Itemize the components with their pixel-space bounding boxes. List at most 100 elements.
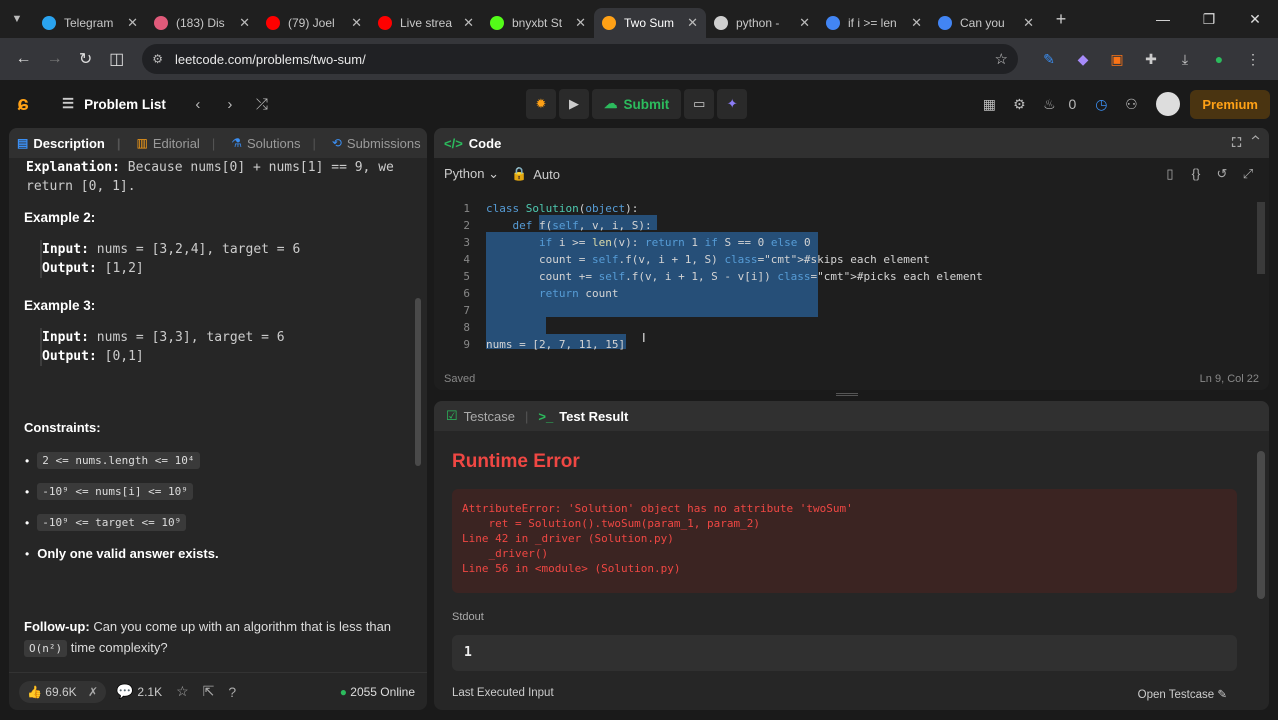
line-number: 7 (463, 304, 470, 317)
editor-scrollbar[interactable] (1257, 202, 1265, 352)
mode-label[interactable]: Auto (533, 167, 560, 182)
close-tab-icon[interactable]: ✕ (239, 15, 250, 31)
tab-description[interactable]: ▤ Description | (17, 136, 121, 151)
code-editor[interactable]: 1 class Solution(object): 2 def f(self, v,… (434, 194, 1269, 364)
submit-button[interactable]: ☁ Submit (592, 89, 682, 119)
profile-icon[interactable]: ● (1202, 51, 1236, 67)
back-icon[interactable]: ← (8, 50, 39, 68)
scrollbar-thumb[interactable] (1257, 451, 1265, 599)
close-tab-icon[interactable]: ✕ (127, 15, 138, 31)
run-button[interactable]: ▶ (559, 89, 589, 119)
close-tab-icon[interactable]: ✕ (911, 15, 922, 31)
language-select[interactable]: Python ⌄ (444, 166, 499, 182)
scrollbar-thumb[interactable] (415, 298, 421, 466)
browser-tab[interactable]: if i >= len ✕ (818, 8, 930, 38)
example2-input-label: Input: (42, 242, 89, 257)
editor-status-bar: Saved Ln 9, Col 22 (434, 368, 1269, 390)
random-problem-icon[interactable]: ⤮ (246, 96, 278, 113)
extension-icon[interactable]: ✎ (1032, 51, 1066, 68)
url-field[interactable]: ⚙ leetcode.com/problems/two-sum/ ☆ (142, 44, 1018, 74)
add-user-icon[interactable]: ⚇ (1116, 96, 1146, 113)
forward-icon[interactable]: → (39, 50, 70, 68)
open-testcase-label: Open Testcase (1137, 689, 1215, 701)
notes-icon[interactable]: ▭ (684, 89, 715, 119)
example3-output: [0,1] (96, 349, 144, 364)
extension-icon[interactable]: ◆ (1066, 51, 1100, 68)
split-view-icon[interactable]: ◫ (101, 49, 132, 69)
problem-list-label: Problem List (84, 96, 166, 112)
extension-icon[interactable]: ▣ (1100, 51, 1134, 68)
settings-icon[interactable]: ⚙ (1004, 96, 1034, 113)
runtime-error-title: Runtime Error (452, 451, 580, 472)
tab-divider: | (116, 135, 121, 151)
leetcode-logo-icon[interactable]: ɕ (0, 93, 46, 116)
bookmark-star-icon[interactable]: ☆ (995, 50, 1008, 68)
comments-button[interactable]: 💬 2.1K (116, 683, 162, 700)
code-panel: </> Code ⛶ ⌃ Python ⌄ 🔒 Auto ▯ {} ↺ ⤢ 1 c… (434, 128, 1269, 390)
tab-editorial[interactable]: ▥ Editorial | (137, 136, 216, 151)
example3-input-label: Input: (42, 330, 89, 345)
help-icon[interactable]: ? (228, 684, 236, 700)
problem-description: Explanation: Because nums[0] + nums[1] =… (23, 158, 408, 672)
next-problem-icon[interactable]: › (214, 96, 246, 113)
minimize-icon[interactable]: — (1140, 11, 1186, 27)
close-window-icon[interactable]: ✕ (1232, 11, 1278, 28)
result-scrollbar[interactable] (1257, 437, 1265, 703)
timer-icon[interactable]: ◷ (1086, 96, 1116, 113)
menu-icon[interactable]: ⋮ (1236, 51, 1270, 68)
close-tab-icon[interactable]: ✕ (575, 15, 586, 31)
format-icon[interactable]: {} (1183, 166, 1209, 182)
favorite-star-icon[interactable]: ☆ (176, 683, 189, 700)
browser-tab[interactable]: Live strea ✕ (370, 8, 482, 38)
ai-assistant-icon[interactable]: ✦ (717, 89, 748, 119)
debug-icon[interactable]: ✹ (526, 89, 556, 119)
browser-tab[interactable]: Telegram ✕ (34, 8, 146, 38)
tab-solutions[interactable]: ⚗ Solutions | (231, 136, 316, 151)
expand-icon[interactable]: ⛶ (1232, 135, 1241, 150)
panel-resize-handle[interactable] (836, 393, 858, 396)
bookmark-icon[interactable]: ▯ (1157, 166, 1183, 182)
browser-tab[interactable]: (79) Joel ✕ (258, 8, 370, 38)
close-tab-icon[interactable]: ✕ (463, 15, 474, 31)
browser-tab[interactable]: Can you ✕ (930, 8, 1042, 38)
layout-icon[interactable]: ▦ (974, 96, 1004, 113)
streak-icon[interactable]: ♨ (1034, 96, 1064, 113)
downloads-icon[interactable]: ⤓ (1168, 51, 1202, 68)
browser-tab[interactable]: python - ✕ (706, 8, 818, 38)
maximize-icon[interactable]: ❐ (1186, 11, 1232, 28)
collapse-icon[interactable]: ⌃ (1252, 135, 1259, 150)
close-tab-icon[interactable]: ✕ (799, 15, 810, 31)
prev-problem-icon[interactable]: ‹ (182, 96, 214, 113)
browser-tab[interactable]: Two Sum ✕ (594, 8, 706, 38)
site-info-icon[interactable]: ⚙ (152, 52, 163, 66)
open-testcase-link[interactable]: Open Testcase ✎ (1138, 687, 1227, 701)
close-tab-icon[interactable]: ✕ (1023, 15, 1034, 31)
tab-test-result[interactable]: >_ Test Result (538, 409, 628, 424)
problem-list-link[interactable]: ☰ Problem List (62, 96, 166, 112)
tab-search-icon[interactable]: ▼ (0, 0, 34, 38)
history-icon: ⟲ (331, 136, 342, 150)
close-tab-icon[interactable]: ✕ (687, 15, 698, 31)
close-tab-icon[interactable]: ✕ (351, 15, 362, 31)
reset-icon[interactable]: ↺ (1209, 166, 1235, 182)
browser-tab[interactable]: (183) Dis ✕ (146, 8, 258, 38)
share-icon[interactable]: ⇱ (203, 683, 215, 700)
description-scrollbar[interactable] (415, 162, 421, 672)
avatar[interactable] (1156, 92, 1181, 116)
reload-icon[interactable]: ↻ (70, 49, 101, 69)
new-tab-icon[interactable]: + (1046, 9, 1076, 30)
test-result-panel: ☑ Testcase | >_ Test Result Runtime Erro… (434, 401, 1269, 710)
thumbs-down-icon[interactable]: ✗ (88, 685, 98, 699)
like-button[interactable]: 👍 69.6K ✗ (19, 680, 107, 703)
fullscreen-icon[interactable]: ⤢ (1235, 166, 1261, 182)
line-number: 4 (463, 253, 470, 266)
scrollbar-thumb[interactable] (1257, 202, 1265, 274)
premium-button[interactable]: Premium (1190, 89, 1270, 119)
tab-testcase[interactable]: ☑ Testcase (446, 408, 515, 424)
puzzle-icon[interactable]: ✚ (1134, 51, 1168, 68)
kick-icon (490, 16, 504, 30)
line-number: 5 (463, 270, 470, 283)
browser-tab[interactable]: bnyxbt St ✕ (482, 8, 594, 38)
code-icon: </> (444, 135, 463, 151)
tab-submissions[interactable]: ⟲ Submissions (332, 136, 421, 151)
